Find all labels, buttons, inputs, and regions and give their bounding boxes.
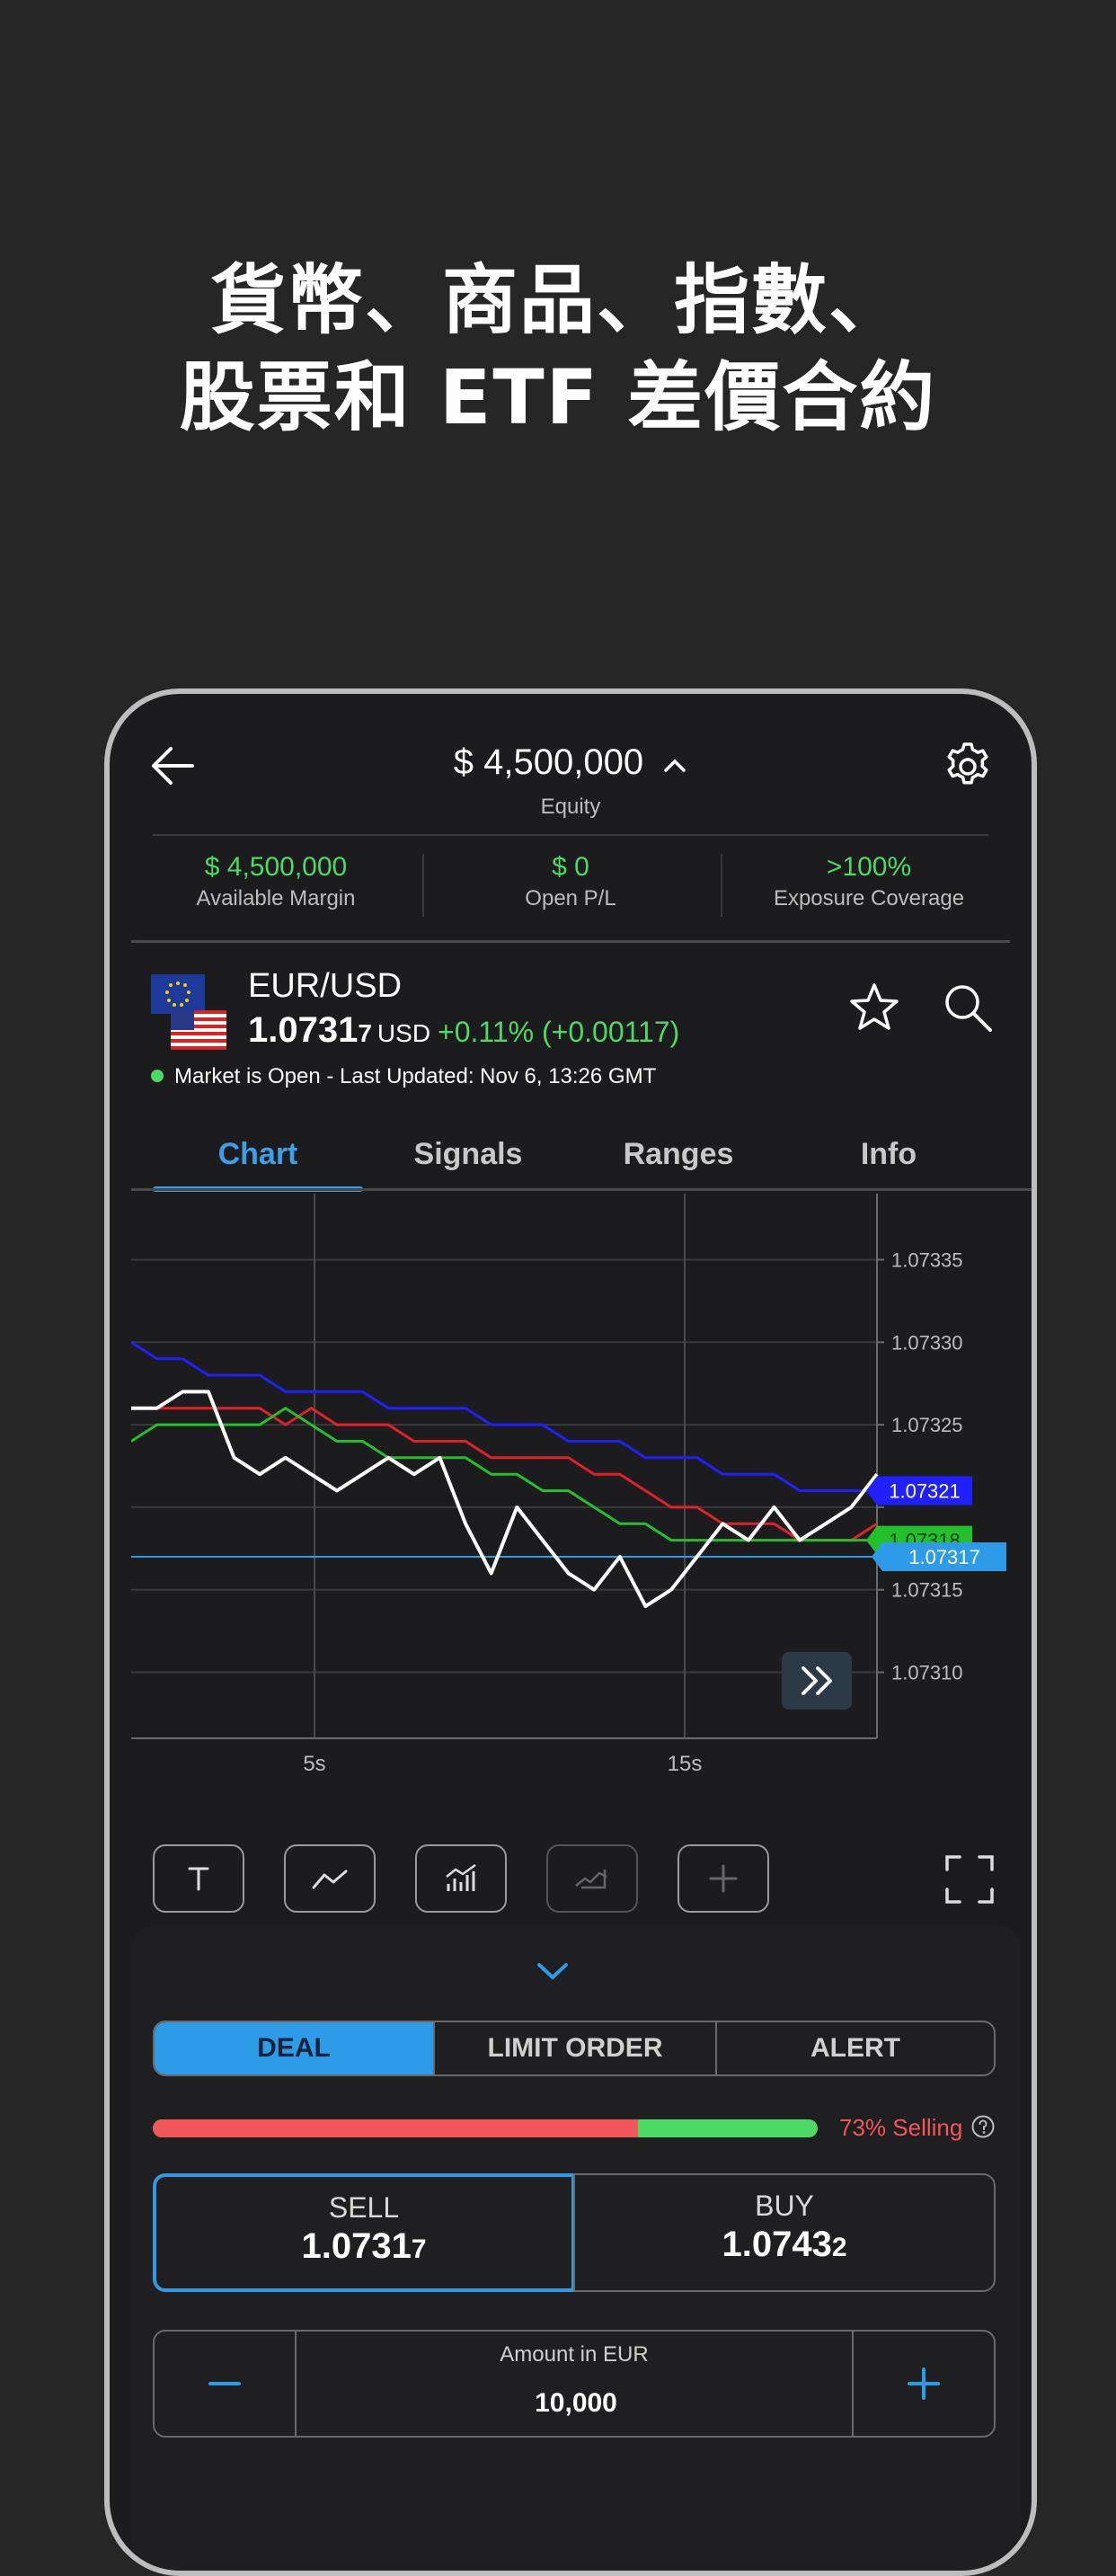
- buy-label: BUY: [755, 2190, 814, 2222]
- chevron-up-icon: [664, 759, 686, 772]
- eur-usd-flag-icon: [151, 974, 226, 1050]
- instrument-tabs: Chart Signals Ranges Info: [153, 1134, 992, 1192]
- add-tool-button[interactable]: [678, 1844, 769, 1913]
- text-tool-button[interactable]: [153, 1844, 244, 1913]
- price-tag-label: 1.07321: [889, 1480, 961, 1503]
- trendline-icon: [312, 1870, 348, 1889]
- decrease-amount-button[interactable]: [155, 2332, 297, 2436]
- deal-type-segmented-control: DEAL LIMIT ORDER ALERT: [153, 2021, 996, 2076]
- sell-price: 1.07317: [156, 2226, 571, 2267]
- amount-label: Amount in EUR: [500, 2342, 649, 2367]
- sell-button[interactable]: SELL 1.07317: [153, 2173, 575, 2292]
- divider: [131, 1188, 1032, 1191]
- fullscreen-icon[interactable]: [943, 1853, 996, 1905]
- open-pl-label: Open P/L: [525, 886, 616, 910]
- available-margin-stat: $ 4,500,000 Available Margin: [128, 852, 424, 911]
- phone-frame: $ 4,500,000 Equity $ 4,500,000 Available…: [104, 688, 1037, 2576]
- price-tag-label: 1.07317: [908, 1546, 980, 1568]
- help-icon[interactable]: [970, 2114, 996, 2139]
- equity-dropdown[interactable]: $ 4,500,000: [110, 742, 1032, 783]
- price-main: 1.0731: [248, 1010, 359, 1050]
- exposure-coverage-value: >100%: [826, 852, 912, 882]
- sentiment-bar: [153, 2119, 818, 2137]
- open-pl-stat: $ 0 Open P/L: [422, 852, 719, 911]
- minus-icon: [208, 2382, 241, 2385]
- buy-price-small: 2: [831, 2233, 847, 2262]
- buy-button[interactable]: BUY 1.07432: [573, 2173, 996, 2292]
- promo-line-2: 股票和 ETF 差價合約: [179, 353, 937, 441]
- price-unit: USD: [376, 1019, 431, 1047]
- sell-label: SELL: [328, 2191, 400, 2224]
- amount-stepper: Amount in EUR: [153, 2330, 996, 2438]
- market-status: Market is Open - Last Updated: Nov 6, 13…: [151, 1064, 656, 1089]
- y-tick-label: 1.07335: [891, 1248, 963, 1271]
- available-margin-label: Available Margin: [196, 886, 356, 910]
- y-tick-label: 1.07315: [891, 1579, 963, 1602]
- drawings-tool-button[interactable]: [546, 1844, 638, 1913]
- y-tick-label: 1.07325: [891, 1414, 963, 1436]
- series-line: [131, 1341, 877, 1492]
- available-margin-value: $ 4,500,000: [204, 852, 348, 882]
- sentiment-label: 73% Selling: [839, 2114, 963, 2141]
- sell-price-main: 1.0731: [301, 2226, 412, 2266]
- tab-signals[interactable]: Signals: [363, 1134, 573, 1192]
- plus-icon: [908, 2367, 940, 2400]
- tab-chart[interactable]: Chart: [153, 1134, 363, 1192]
- price-small-digit: 7: [358, 1019, 372, 1047]
- price-change: +0.11% (+0.00117): [438, 1016, 680, 1048]
- amount-input[interactable]: [297, 2387, 855, 2420]
- tab-info[interactable]: Info: [784, 1134, 994, 1192]
- promo-headline: 貨幣、商品、指數、 股票和 ETF 差價合約: [0, 252, 1116, 446]
- text-icon: [188, 1867, 209, 1891]
- indicators-tool-button[interactable]: [415, 1844, 507, 1913]
- drawings-icon: [575, 1870, 607, 1889]
- status-dot-icon: [151, 1070, 164, 1082]
- equity-value: $ 4,500,000: [453, 742, 644, 782]
- x-tick-label: 15s: [668, 1752, 703, 1776]
- star-icon[interactable]: [846, 980, 902, 1035]
- tab-deal[interactable]: DEAL: [155, 2022, 433, 2074]
- indicators-icon: [446, 1863, 476, 1891]
- sell-price-small: 7: [411, 2234, 427, 2264]
- y-tick-label: 1.07310: [891, 1662, 963, 1684]
- gear-icon[interactable]: [940, 739, 996, 795]
- divider: [153, 834, 988, 836]
- tab-ranges[interactable]: Ranges: [573, 1134, 784, 1192]
- x-tick-label: 5s: [303, 1752, 325, 1776]
- tab-limit-order[interactable]: LIMIT ORDER: [433, 2022, 715, 2074]
- buy-price-main: 1.0743: [722, 2225, 832, 2264]
- promo-line-1: 貨幣、商品、指數、: [209, 256, 906, 344]
- market-status-text: Market is Open - Last Updated: Nov 6, 13…: [174, 1064, 657, 1088]
- open-pl-value: $ 0: [552, 852, 589, 882]
- price-chart[interactable]: 1.07335 1.07330 1.07325 1.07315 1.07310 5s 15s…: [131, 1194, 1037, 1814]
- instrument-price: 1.07317 USD +0.11% (+0.00117): [248, 1010, 679, 1051]
- increase-amount-button[interactable]: [852, 2332, 994, 2436]
- buy-price: 1.07432: [575, 2225, 994, 2265]
- divider: [131, 940, 1010, 943]
- instrument-name: EUR/USD: [248, 967, 403, 1005]
- tab-alert[interactable]: ALERT: [715, 2022, 994, 2074]
- exposure-coverage-label: Exposure Coverage: [773, 886, 965, 910]
- search-icon[interactable]: [940, 980, 996, 1035]
- equity-label: Equity: [540, 795, 601, 819]
- exposure-coverage-stat: >100% Exposure Coverage: [721, 852, 1017, 911]
- sentiment-sell-fill: [153, 2119, 639, 2137]
- y-tick-label: 1.07330: [891, 1331, 963, 1354]
- chevron-down-icon[interactable]: [532, 1958, 573, 1985]
- plus-icon: [709, 1864, 738, 1893]
- line-tool-button[interactable]: [284, 1844, 376, 1913]
